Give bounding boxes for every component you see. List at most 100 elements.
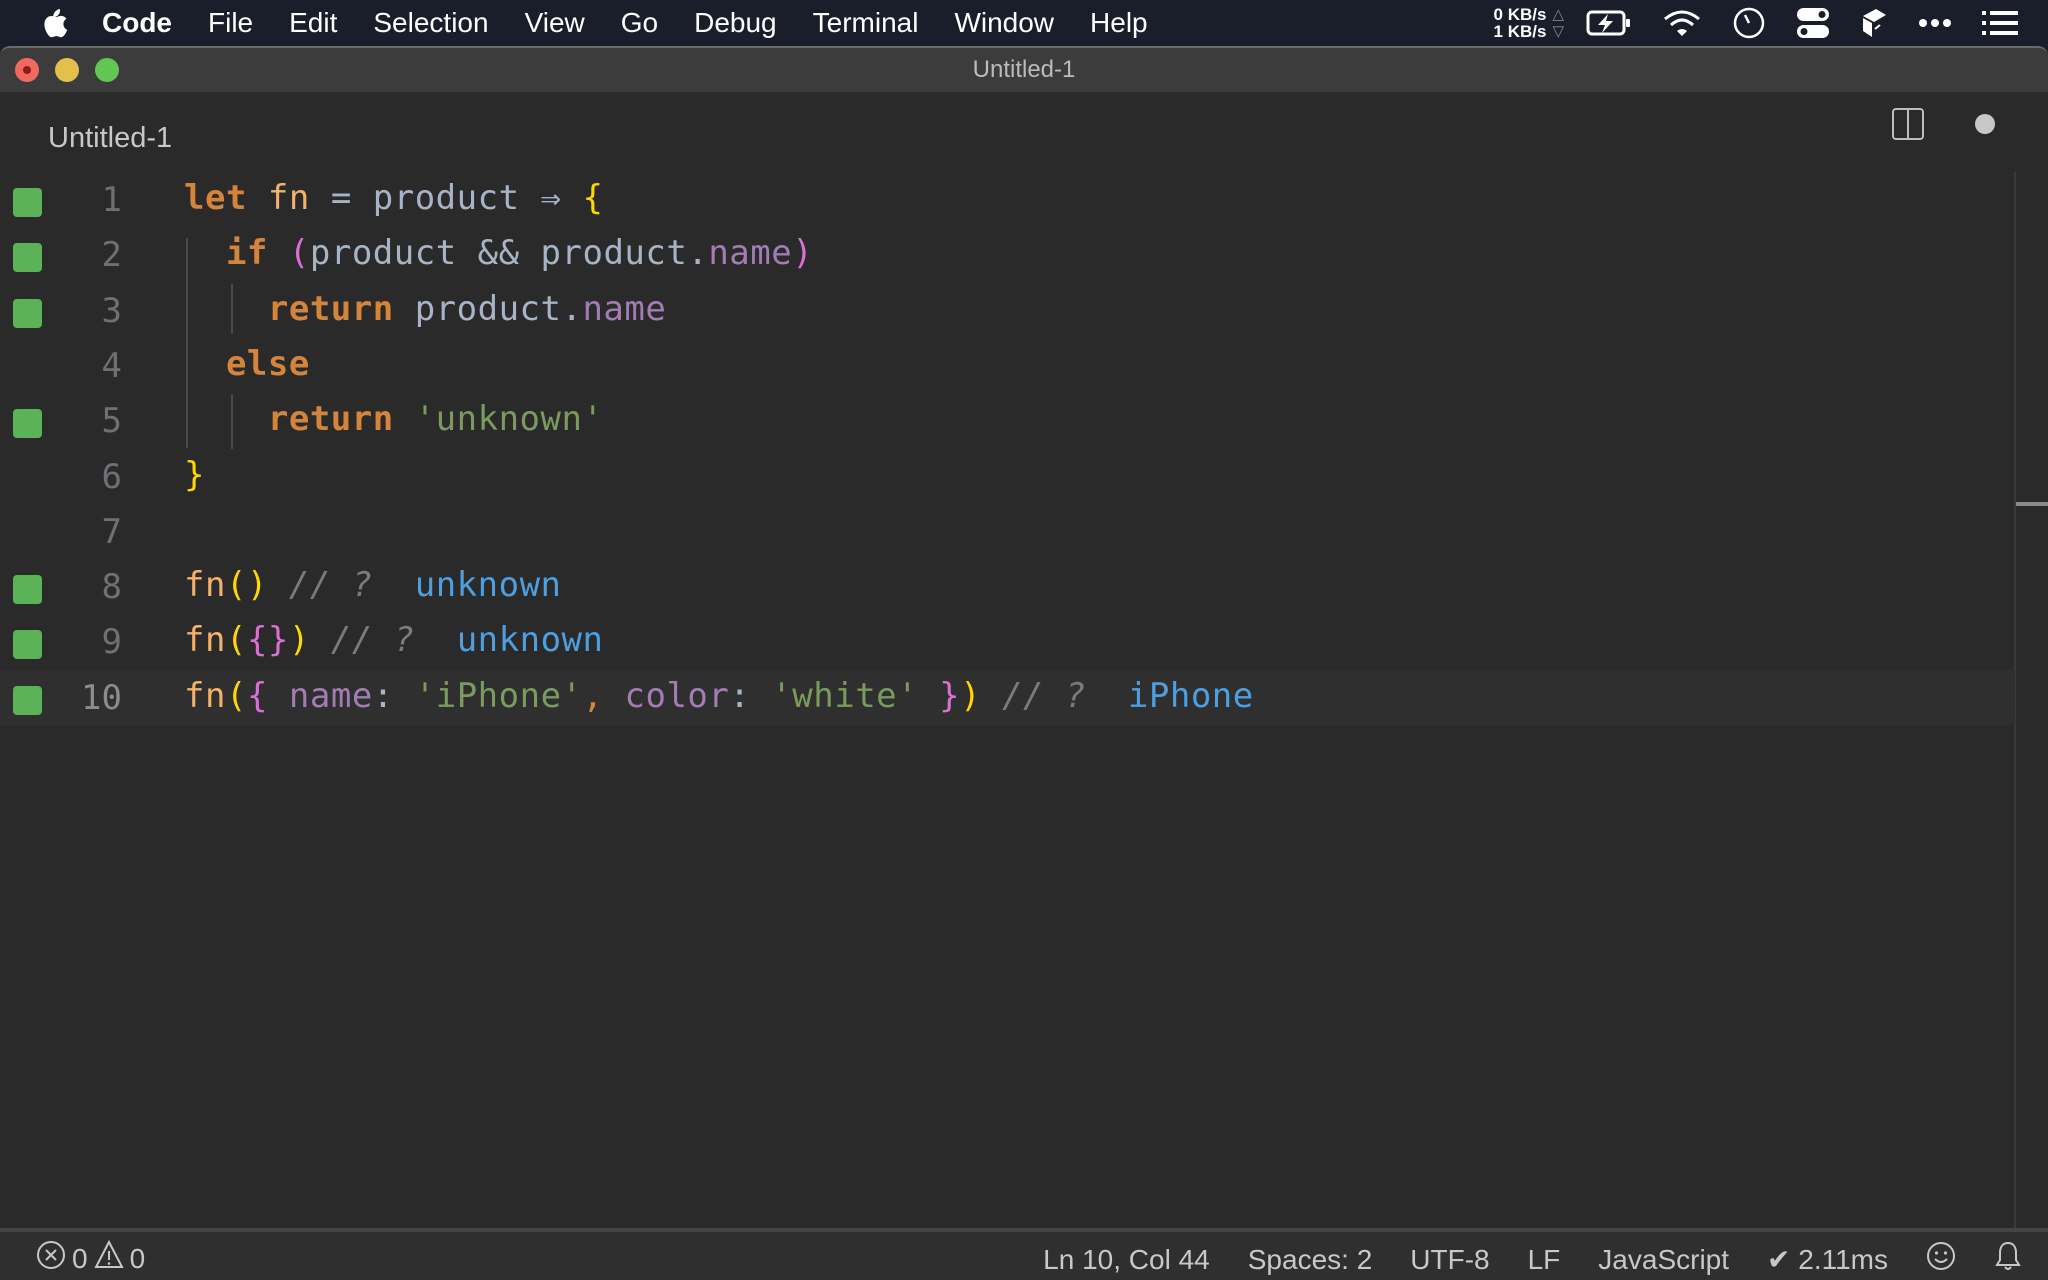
code-token: fn <box>184 565 226 606</box>
notifications-bell-icon[interactable] <box>1994 1240 2022 1279</box>
menu-terminal[interactable]: Terminal <box>813 7 919 39</box>
feedback-smiley-icon[interactable] <box>1926 1241 1956 1278</box>
code-token: unknown <box>414 565 562 606</box>
menu-view[interactable]: View <box>525 7 585 39</box>
code-token: if <box>225 233 268 274</box>
menu-file[interactable]: File <box>208 7 253 39</box>
minimize-window-button[interactable] <box>55 58 79 82</box>
code-token: 'iPhone' <box>414 675 583 716</box>
language-mode[interactable]: JavaScript <box>1598 1244 1729 1276</box>
network-speed-monitor[interactable]: 0 KB/s 1 KB/s △ ▽ <box>1494 6 1564 40</box>
code-token: let <box>184 178 247 218</box>
code-line[interactable]: 4 else <box>0 338 2015 393</box>
download-arrow-icon: ▽ <box>1552 23 1564 40</box>
indentation-setting[interactable]: Spaces: 2 <box>1248 1244 1373 1276</box>
macos-menubar: Code File Edit Selection View Go Debug T… <box>0 0 2048 46</box>
control-center-toggles-icon[interactable] <box>1796 7 1830 39</box>
file-encoding[interactable]: UTF-8 <box>1410 1244 1489 1276</box>
code-token: {} <box>246 620 289 661</box>
code-line[interactable]: 7 <box>0 504 2015 559</box>
cursor-position[interactable]: Ln 10, Col 44 <box>1043 1244 1210 1276</box>
code-token: unknown <box>456 620 604 661</box>
tab-untitled-1[interactable]: Untitled-1 <box>48 122 172 155</box>
menu-help[interactable]: Help <box>1090 7 1148 39</box>
coverage-marker-icon[interactable] <box>13 298 42 328</box>
code-line[interactable]: 2 if (product && product.name) <box>0 227 2015 282</box>
menu-go[interactable]: Go <box>621 7 658 39</box>
upload-arrow-icon: △ <box>1552 6 1564 23</box>
line-number: 6 <box>101 456 122 497</box>
menu-window[interactable]: Window <box>954 7 1054 39</box>
menu-app-name[interactable]: Code <box>102 7 172 39</box>
more-dots-icon[interactable] <box>1918 18 1952 28</box>
code-token: // ? <box>288 565 373 606</box>
problems-indicator[interactable]: 0 0 <box>36 1239 151 1277</box>
split-editor-icon[interactable] <box>1892 108 1924 140</box>
code-token: else <box>225 343 310 384</box>
code-token: { <box>246 675 268 716</box>
scrollbar-cursor-marker[interactable] <box>2016 502 2048 506</box>
window-titlebar[interactable]: Untitled-1 <box>0 48 2048 92</box>
wifi-icon[interactable] <box>1662 8 1702 38</box>
upload-rate: 0 KB/s <box>1493 5 1547 24</box>
code-token: { <box>582 178 604 218</box>
box-app-icon[interactable] <box>1860 7 1888 39</box>
code-line[interactable]: 10 fn({ name: 'iPhone', color: 'white' })… <box>0 669 2015 725</box>
code-line[interactable]: 1 let fn = product ⇒ { <box>0 172 2015 227</box>
coverage-marker-icon[interactable] <box>13 409 42 439</box>
battery-charging-icon[interactable] <box>1586 10 1632 36</box>
line-code: } <box>184 455 205 495</box>
code-editor[interactable]: 1 let fn = product ⇒ {2 if (product && pr… <box>0 172 2048 1228</box>
menu-edit[interactable]: Edit <box>289 7 337 39</box>
end-of-line[interactable]: LF <box>1528 1244 1561 1276</box>
vscode-window: Untitled-1 Untitled-1 1 let fn = product … <box>0 46 2048 1280</box>
code-token: : <box>372 675 394 716</box>
list-menu-icon[interactable] <box>1982 10 2018 36</box>
error-icon <box>36 1240 66 1277</box>
code-token: ) <box>960 675 982 716</box>
code-token: iPhone <box>1127 675 1254 716</box>
code-line[interactable]: 3 return product.name <box>0 283 2015 338</box>
quokka-timing[interactable]: ✔ 2.11ms <box>1767 1243 1888 1276</box>
close-window-button[interactable] <box>15 58 39 82</box>
code-token: 'white' <box>771 675 919 716</box>
code-token: ) <box>288 620 310 661</box>
warning-icon <box>93 1239 124 1277</box>
coverage-marker-icon[interactable] <box>13 575 42 605</box>
code-token: = product ⇒ <box>309 178 583 218</box>
menu-debug[interactable]: Debug <box>694 7 777 39</box>
code-line[interactable]: 6} <box>0 449 2015 504</box>
code-line[interactable]: 8 fn() // ? unknown <box>0 559 2015 614</box>
apple-logo-icon[interactable] <box>40 7 70 39</box>
line-number: 1 <box>101 180 122 220</box>
coverage-marker-icon[interactable] <box>13 243 42 273</box>
code-token: } <box>939 675 961 716</box>
code-line[interactable]: 9 fn({}) // ? unknown <box>0 614 2015 669</box>
unsaved-dot-icon[interactable] <box>1975 114 1995 134</box>
code-token: 'unknown' <box>414 399 604 440</box>
line-code: fn({ name: 'iPhone', color: 'white' }) /… <box>184 676 1254 716</box>
menu-selection[interactable]: Selection <box>373 7 488 39</box>
line-number: 4 <box>101 345 122 386</box>
code-line[interactable]: 5 return 'unknown' <box>0 393 2015 448</box>
coverage-marker-icon[interactable] <box>13 685 42 715</box>
code-token: ( <box>225 675 247 716</box>
code-token: } <box>184 454 205 495</box>
maximize-window-button[interactable] <box>95 58 119 82</box>
code-token: product && product. <box>309 233 709 274</box>
clock-icon[interactable] <box>1732 6 1766 40</box>
coverage-marker-icon[interactable] <box>13 188 42 217</box>
coverage-marker-icon[interactable] <box>13 630 42 660</box>
line-number: 9 <box>101 622 122 663</box>
error-count: 0 <box>72 1242 88 1274</box>
